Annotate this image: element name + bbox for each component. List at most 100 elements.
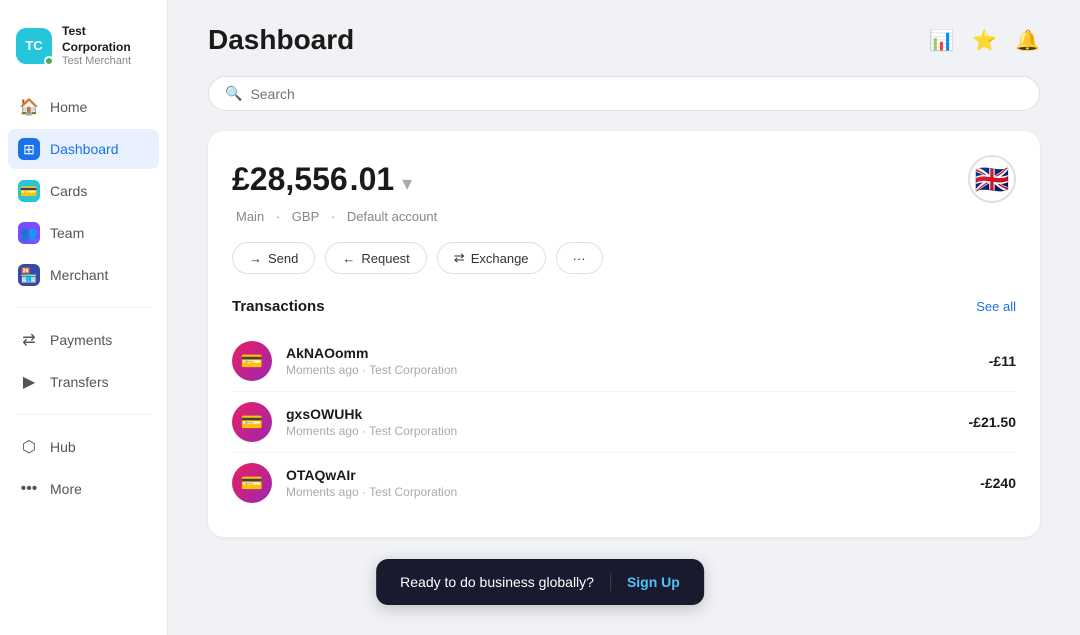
exchange-button[interactable]: ⇄ Exchange: [437, 242, 546, 274]
search-bar: 🔍: [208, 76, 1040, 111]
balance-display: £28,556 .01 ▾: [232, 161, 412, 198]
sidebar-item-label: Cards: [50, 183, 87, 199]
hub-icon: ⬡: [18, 436, 40, 458]
sidebar-item-label: Dashboard: [50, 141, 119, 157]
sidebar-item-label: Merchant: [50, 267, 108, 283]
see-all-link[interactable]: See all: [976, 299, 1016, 314]
brand-merchant: Test Merchant: [62, 55, 151, 67]
account-type: Default account: [347, 209, 437, 224]
search-icon: 🔍: [225, 85, 242, 102]
favorites-icon[interactable]: ⭐: [972, 28, 997, 53]
account-separator2: ·: [331, 209, 335, 224]
notifications-icon[interactable]: 🔔: [1015, 28, 1040, 53]
sidebar-item-team[interactable]: 👥 Team: [8, 213, 159, 253]
nav-primary: 🏠 Home ⊞ Dashboard 💳 Cards 👥 Team 🏪 Merc…: [0, 87, 167, 295]
transaction-info: gxsOWUHk Moments ago · Test Corporation: [286, 406, 955, 438]
more-icon: •••: [18, 478, 40, 500]
sidebar-item-cards[interactable]: 💳 Cards: [8, 171, 159, 211]
transactions-title: Transactions: [232, 298, 325, 315]
sidebar-item-payments[interactable]: ⇄ Payments: [8, 320, 159, 360]
brand-name: Test Corporation: [62, 24, 151, 55]
page-title: Dashboard: [208, 24, 354, 56]
banner-text: Ready to do business globally?: [400, 574, 594, 590]
sidebar-item-label: More: [50, 481, 82, 497]
more-actions-button[interactable]: ···: [556, 242, 603, 274]
sidebar-item-label: Payments: [50, 332, 112, 348]
transaction-avatar: 💳: [232, 341, 272, 381]
exchange-icon: ⇄: [454, 250, 465, 266]
account-name: Main: [236, 209, 264, 224]
balance-integer: £28,556: [232, 161, 348, 198]
brand-avatar: TC: [16, 28, 52, 64]
send-icon: →: [249, 251, 262, 266]
transaction-item[interactable]: 💳 gxsOWUHk Moments ago · Test Corporatio…: [232, 391, 1016, 452]
transaction-meta: Moments ago · Test Corporation: [286, 424, 955, 438]
action-buttons: → Send ← Request ⇄ Exchange ···: [232, 242, 1016, 274]
payments-icon: ⇄: [18, 329, 40, 351]
sign-up-button[interactable]: Sign Up: [627, 574, 680, 590]
nav-secondary: ⇄ Payments ▶ Transfers: [0, 320, 167, 402]
sidebar-item-transfers[interactable]: ▶ Transfers: [8, 362, 159, 402]
sidebar-item-more[interactable]: ••• More: [8, 469, 159, 509]
bottom-banner: Ready to do business globally? Sign Up: [376, 559, 704, 605]
nav-tertiary: ⬡ Hub ••• More: [0, 427, 167, 509]
transaction-amount: -£240: [980, 475, 1016, 491]
transaction-meta: Moments ago · Test Corporation: [286, 363, 975, 377]
cards-icon: 💳: [18, 180, 40, 202]
sidebar-item-label: Team: [50, 225, 84, 241]
transaction-name: AkNAOomm: [286, 345, 975, 361]
sidebar-item-label: Hub: [50, 439, 76, 455]
sidebar-item-label: Transfers: [50, 374, 109, 390]
sidebar-item-dashboard[interactable]: ⊞ Dashboard: [8, 129, 159, 169]
transaction-name: gxsOWUHk: [286, 406, 955, 422]
search-input[interactable]: [250, 86, 1023, 102]
transfers-icon: ▶: [18, 371, 40, 393]
account-info: Main · GBP · Default account: [232, 209, 1016, 224]
header-icons: 📊 ⭐ 🔔: [929, 28, 1040, 53]
balance-card: £28,556 .01 ▾ 🇬🇧 Main · GBP · Default ac…: [208, 131, 1040, 537]
brand-header: TC Test Corporation Test Merchant: [0, 16, 167, 87]
analytics-icon[interactable]: 📊: [929, 28, 954, 53]
transaction-item[interactable]: 💳 OTAQwAIr Moments ago · Test Corporatio…: [232, 452, 1016, 513]
account-currency: GBP: [292, 209, 319, 224]
sidebar-divider-1: [16, 307, 151, 308]
more-actions-label: ···: [573, 251, 586, 266]
sidebar: TC Test Corporation Test Merchant 🏠 Home…: [0, 0, 168, 635]
sidebar-item-home[interactable]: 🏠 Home: [8, 87, 159, 127]
request-icon: ←: [342, 251, 355, 266]
brand-text: Test Corporation Test Merchant: [62, 24, 151, 67]
main-content: Dashboard 📊 ⭐ 🔔 🔍 £28,556 .01 ▾ 🇬🇧 Main …: [168, 0, 1080, 635]
transaction-info: AkNAOomm Moments ago · Test Corporation: [286, 345, 975, 377]
transaction-meta: Moments ago · Test Corporation: [286, 485, 966, 499]
sidebar-item-merchant[interactable]: 🏪 Merchant: [8, 255, 159, 295]
transaction-item[interactable]: 💳 AkNAOomm Moments ago · Test Corporatio…: [232, 331, 1016, 391]
sidebar-item-label: Home: [50, 99, 87, 115]
send-label: Send: [268, 251, 298, 266]
sidebar-divider-2: [16, 414, 151, 415]
balance-row: £28,556 .01 ▾ 🇬🇧: [232, 155, 1016, 203]
transaction-amount: -£21.50: [969, 414, 1016, 430]
transaction-avatar: 💳: [232, 402, 272, 442]
balance-dropdown-icon[interactable]: ▾: [402, 171, 412, 196]
request-button[interactable]: ← Request: [325, 242, 426, 274]
transaction-avatar: 💳: [232, 463, 272, 503]
transaction-info: OTAQwAIr Moments ago · Test Corporation: [286, 467, 966, 499]
main-header: Dashboard 📊 ⭐ 🔔: [208, 24, 1040, 56]
transactions-header: Transactions See all: [232, 298, 1016, 315]
request-label: Request: [361, 251, 409, 266]
sidebar-item-hub[interactable]: ⬡ Hub: [8, 427, 159, 467]
transaction-amount: -£11: [989, 353, 1016, 369]
balance-decimal: .01: [350, 161, 394, 198]
banner-divider: [610, 573, 611, 591]
transaction-name: OTAQwAIr: [286, 467, 966, 483]
exchange-label: Exchange: [471, 251, 529, 266]
team-icon: 👥: [18, 222, 40, 244]
home-icon: 🏠: [18, 96, 40, 118]
merchant-icon: 🏪: [18, 264, 40, 286]
dashboard-icon: ⊞: [18, 138, 40, 160]
transaction-list: 💳 AkNAOomm Moments ago · Test Corporatio…: [232, 331, 1016, 513]
online-dot: [44, 56, 54, 66]
send-button[interactable]: → Send: [232, 242, 315, 274]
account-separator: ·: [276, 209, 280, 224]
currency-flag: 🇬🇧: [968, 155, 1016, 203]
